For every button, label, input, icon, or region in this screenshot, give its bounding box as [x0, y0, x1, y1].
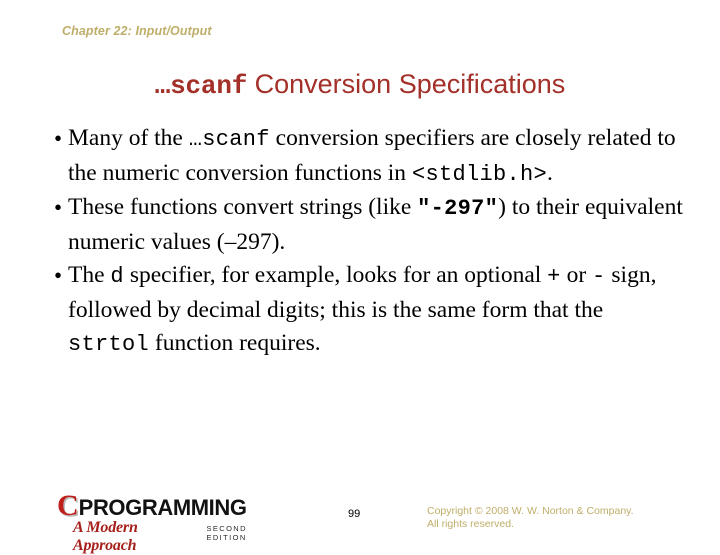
- inline-code: …scanf: [188, 127, 270, 152]
- inline-text: The: [68, 262, 111, 288]
- bullet-text: These functions convert strings (like "-…: [68, 191, 688, 259]
- list-item: • The d specifier, for example, looks fo…: [38, 259, 688, 362]
- logo-subtitle-line: A Modern Approach SECOND EDITION: [57, 519, 287, 555]
- page-number: 99: [348, 508, 361, 520]
- inline-code: d: [110, 264, 124, 289]
- bullet-marker: •: [54, 126, 63, 151]
- chapter-header: Chapter 22: Input/Output: [62, 24, 212, 38]
- bullet-marker: •: [54, 195, 63, 220]
- inline-text: These functions convert strings (like: [68, 194, 418, 220]
- inline-code: <stdlib.h>: [411, 161, 547, 187]
- book-logo: C PROGRAMMING A Modern Approach SECOND E…: [57, 489, 287, 555]
- inline-text: .: [546, 159, 553, 186]
- slide-title: …scanf Conversion Specifications: [0, 69, 720, 101]
- logo-wordmark-line: C PROGRAMMING: [57, 489, 287, 522]
- list-item: • These functions convert strings (like …: [38, 191, 688, 259]
- logo-c-letter: C: [57, 489, 79, 522]
- inline-text: specifier, for example, looks for an opt…: [123, 262, 548, 288]
- slide-title-code-prefix: …scanf: [154, 71, 248, 101]
- slide-title-rest: Conversion Specifications: [247, 69, 566, 99]
- inline-text: function requires.: [149, 330, 321, 356]
- copyright-line-1: Copyright © 2008 W. W. Norton & Company.: [427, 505, 634, 517]
- list-item: • Many of the …scanf conversion specifie…: [38, 122, 688, 191]
- bullet-text: Many of the …scanf conversion specifiers…: [68, 122, 688, 191]
- slide-canvas: Chapter 22: Input/Output …scanf Conversi…: [0, 0, 720, 555]
- inline-text: or: [560, 262, 593, 288]
- slide-footer: C PROGRAMMING A Modern Approach SECOND E…: [0, 488, 720, 555]
- bullet-marker: •: [54, 263, 63, 288]
- logo-wordmark: PROGRAMMING: [78, 495, 247, 520]
- logo-edition: SECOND EDITION: [206, 524, 247, 542]
- inline-code: "-297": [417, 196, 499, 221]
- logo-subtitle: A Modern Approach: [73, 519, 138, 554]
- inline-code: +: [547, 264, 561, 289]
- inline-code: -: [592, 264, 606, 289]
- bullet-list: • Many of the …scanf conversion specifie…: [38, 122, 688, 362]
- inline-text: Many of the: [68, 125, 189, 151]
- copyright-line-2: All rights reserved.: [427, 518, 514, 530]
- inline-code: strtol: [68, 332, 150, 357]
- bullet-text: The d specifier, for example, looks for …: [68, 259, 688, 362]
- copyright-notice: Copyright © 2008 W. W. Norton & Company.…: [427, 505, 634, 531]
